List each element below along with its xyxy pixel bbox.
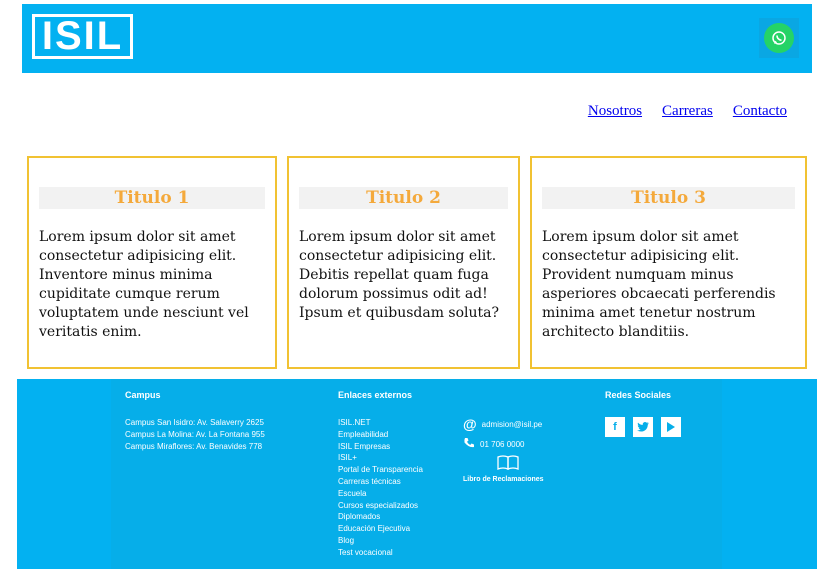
campus-item: Campus San Isidro: Av. Salaverry 2625 xyxy=(125,418,264,427)
external-link[interactable]: Educación Ejecutiva xyxy=(338,523,423,535)
social-links: f xyxy=(605,417,681,437)
facebook-icon[interactable]: f xyxy=(605,417,625,437)
card-body: Lorem ipsum dolor sit amet consectetur a… xyxy=(542,229,776,340)
external-link[interactable]: Test vocacional xyxy=(338,547,423,559)
complaints-book-link[interactable]: Libro de Reclamaciones xyxy=(463,476,544,483)
logo-box: ISIL xyxy=(35,14,130,58)
external-link[interactable]: Cursos especializados xyxy=(338,500,423,512)
phone-icon xyxy=(463,437,475,451)
external-link[interactable]: Escuela xyxy=(338,488,423,500)
phone-row[interactable]: 01 706 0000 xyxy=(463,437,525,451)
external-link[interactable]: ISIL+ xyxy=(338,452,423,464)
external-link[interactable]: Diplomados xyxy=(338,511,423,523)
at-icon: @ xyxy=(463,416,477,432)
external-link[interactable]: Blog xyxy=(338,535,423,547)
card-title: Titulo 1 xyxy=(39,187,265,209)
campus-item: Campus Miraflores: Av. Benavides 778 xyxy=(125,441,263,451)
youtube-icon[interactable] xyxy=(661,417,681,437)
nav-link-nosotros[interactable]: Nosotros xyxy=(588,103,642,120)
card-1: Titulo 1 Lorem ipsum dolor sit amet cons… xyxy=(27,156,277,369)
card-2: Titulo 2 Lorem ipsum dolor sit amet cons… xyxy=(287,156,520,369)
main-nav: Nosotros Carreras Contacto xyxy=(588,103,787,120)
phone-text: 01 706 0000 xyxy=(480,439,525,449)
logo-text: ISIL xyxy=(41,14,124,58)
external-link[interactable]: ISIL Empresas xyxy=(338,441,423,453)
email-text: admision@isil.pe xyxy=(481,419,543,429)
nav-link-carreras[interactable]: Carreras xyxy=(662,103,713,120)
whatsapp-icon xyxy=(764,23,794,53)
nav-link-contacto[interactable]: Contacto xyxy=(733,103,787,120)
twitter-icon[interactable] xyxy=(633,417,653,437)
book-icon[interactable] xyxy=(496,454,520,476)
site-header: ISIL xyxy=(22,4,812,73)
card-body: Lorem ipsum dolor sit amet consectetur a… xyxy=(299,229,500,321)
external-link[interactable]: Portal de Transparencia xyxy=(338,464,423,476)
card-body: Lorem ipsum dolor sit amet consectetur a… xyxy=(39,229,249,340)
social-heading: Redes Sociales xyxy=(605,390,672,400)
campus-item: Campus La Molina: Av. La Fontana 955 xyxy=(125,429,265,439)
footer-content: Campus Campus San Isidro: Av. Salaverry … xyxy=(111,379,722,569)
isil-logo[interactable]: ISIL xyxy=(32,14,133,59)
site-footer: Campus Campus San Isidro: Av. Salaverry … xyxy=(17,379,817,569)
external-link[interactable]: Empleabilidad xyxy=(338,429,423,441)
whatsapp-button[interactable] xyxy=(759,18,799,58)
external-link[interactable]: Carreras técnicas xyxy=(338,476,423,488)
external-links-list: ISIL.NET Empleabilidad ISIL Empresas ISI… xyxy=(338,417,423,559)
campus-heading: Campus xyxy=(125,390,161,400)
external-link[interactable]: ISIL.NET xyxy=(338,417,423,429)
campus-list: Campus San Isidro: Av. Salaverry 2625 Ca… xyxy=(125,417,265,452)
links-heading: Enlaces externos xyxy=(338,390,413,400)
email-row[interactable]: @ admision@isil.pe xyxy=(463,416,543,432)
card-title: Titulo 2 xyxy=(299,187,508,209)
card-title: Titulo 3 xyxy=(542,187,795,209)
card-3: Titulo 3 Lorem ipsum dolor sit amet cons… xyxy=(530,156,807,369)
